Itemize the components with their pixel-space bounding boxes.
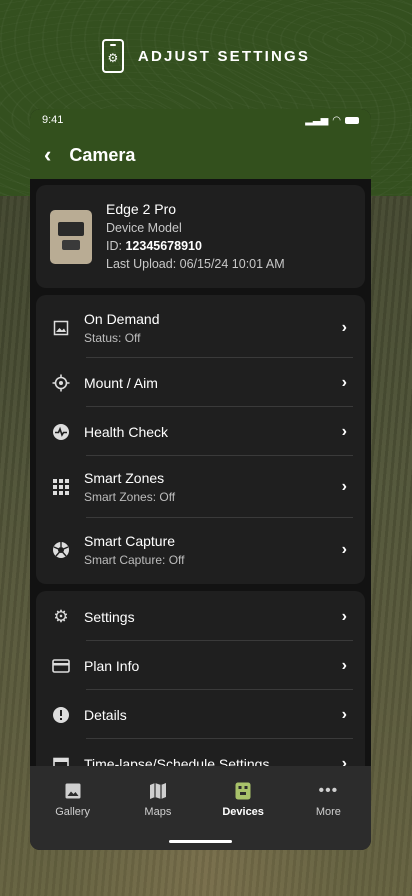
nav-more[interactable]: ••• More <box>288 782 368 850</box>
phone-screen: 9:41 ▂▃▅ ◠ ‹ Camera Edge 2 Pro Device Mo… <box>30 109 371 850</box>
chevron-right-icon: › <box>341 705 347 723</box>
home-indicator <box>169 840 232 843</box>
banner-title: ADJUST SETTINGS <box>137 47 311 65</box>
info-icon <box>50 704 72 726</box>
battery-icon <box>345 116 359 124</box>
chevron-right-icon: › <box>341 319 347 336</box>
device-name: Edge 2 Pro <box>106 201 177 217</box>
image-icon <box>50 317 72 339</box>
wifi-icon: ◠ <box>332 114 341 126</box>
chevron-right-icon: › <box>341 422 347 440</box>
menu-item-subtitle: Smart Zones: Off <box>84 490 176 504</box>
credit-card-icon <box>50 655 72 677</box>
menu-item-title: On Demand <box>84 311 160 327</box>
nav-label: More <box>315 806 341 818</box>
menu-item-title: Plan Info <box>84 657 140 674</box>
more-icon: ••• <box>318 782 339 799</box>
menu-item-mount-aim[interactable]: Mount / Aim › <box>36 358 365 407</box>
adjust-settings-banner: ⚙ ADJUST SETTINGS <box>0 36 412 76</box>
device-id: ID: 12345678910 <box>106 239 202 253</box>
menu-item-title: Smart Capture <box>84 532 176 549</box>
menu-item-subtitle: Smart Capture: Off <box>84 552 185 567</box>
page-title: Camera <box>69 144 136 165</box>
grid-icon <box>50 476 72 498</box>
chevron-right-icon: › <box>341 478 347 495</box>
health-icon <box>50 421 72 443</box>
menu-item-smart-capture[interactable]: Smart Capture Smart Capture: Off › <box>36 518 365 581</box>
phone-settings-icon: ⚙ <box>101 39 124 73</box>
crosshair-icon <box>50 372 72 394</box>
bottom-nav: Gallery Maps Devices ••• More <box>30 766 371 850</box>
status-time: 9:41 <box>42 114 64 126</box>
back-chevron-icon[interactable]: ‹ <box>44 144 51 166</box>
gallery-icon <box>64 782 82 800</box>
nav-label: Devices <box>222 806 264 818</box>
menu-item-title: Smart Zones <box>84 470 165 486</box>
status-bar: 9:41 ▂▃▅ ◠ <box>30 109 371 131</box>
menu-item-plan-info[interactable]: Plan Info › <box>36 641 365 690</box>
map-icon <box>149 782 167 800</box>
menu-item-settings[interactable]: ⚙ Settings › <box>36 592 365 641</box>
camera-device-icon <box>234 782 252 800</box>
chevron-right-icon: › <box>341 607 347 625</box>
menu-item-title: Health Check <box>84 423 169 440</box>
device-card: Edge 2 Pro Device Model ID: 12345678910 … <box>36 185 365 288</box>
gear-icon: ⚙ <box>53 606 69 626</box>
chevron-right-icon: › <box>341 656 347 674</box>
nav-gallery[interactable]: Gallery <box>33 782 113 850</box>
status-icons: ▂▃▅ ◠ <box>305 115 359 126</box>
menu-item-title: Mount / Aim <box>84 374 158 391</box>
app-bar: ‹ Camera <box>30 131 371 179</box>
settings-menu-card: ⚙ Settings › Plan Info › Details › Time-… <box>36 591 365 791</box>
content: Edge 2 Pro Device Model ID: 12345678910 … <box>30 179 371 791</box>
signal-icon: ▂▃▅ <box>305 114 329 126</box>
menu-item-smart-zones[interactable]: Smart Zones Smart Zones: Off › <box>36 456 365 518</box>
device-last-upload: Last Upload: 06/15/24 10:01 AM <box>106 257 285 271</box>
camera-menu-card: On Demand Status: Off › Mount / Aim › He… <box>36 295 365 584</box>
chevron-right-icon: › <box>341 540 347 558</box>
menu-item-subtitle: Status: Off <box>84 331 141 345</box>
menu-item-title: Details <box>84 706 127 723</box>
menu-item-title: Settings <box>84 608 135 625</box>
menu-item-details[interactable]: Details › <box>36 690 365 739</box>
chevron-right-icon: › <box>341 373 347 391</box>
menu-item-on-demand[interactable]: On Demand Status: Off › <box>36 298 365 358</box>
aperture-icon <box>50 539 72 561</box>
nav-label: Maps <box>144 806 172 818</box>
trail-camera-image <box>50 209 92 264</box>
device-model: Device Model <box>106 221 182 235</box>
menu-item-health-check[interactable]: Health Check › <box>36 407 365 456</box>
nav-label: Gallery <box>55 806 91 818</box>
